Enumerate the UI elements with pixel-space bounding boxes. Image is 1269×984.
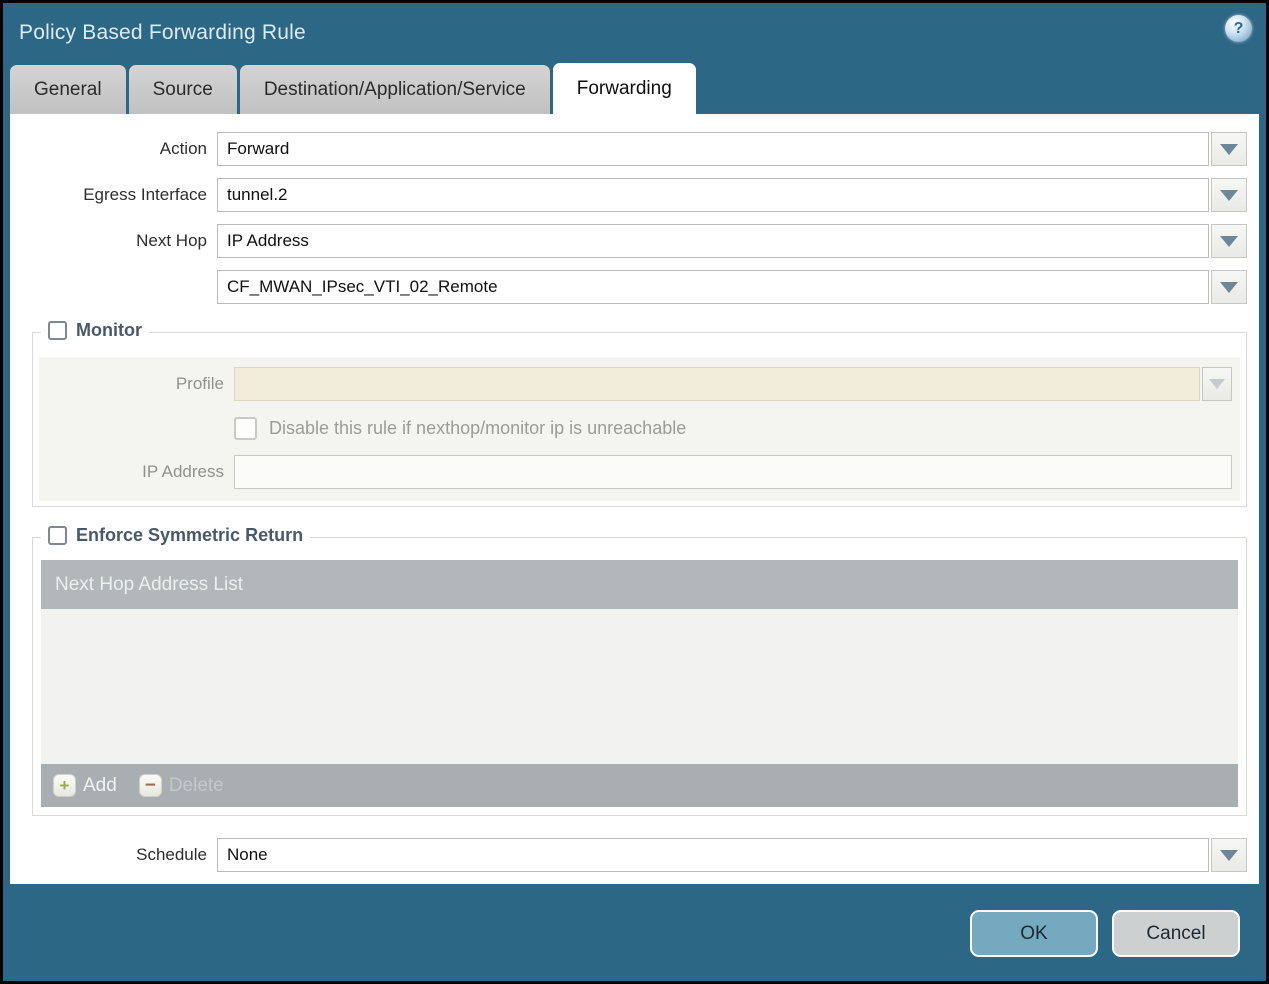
dropdown-arrow-icon: [1220, 235, 1238, 247]
tab-source[interactable]: Source: [128, 65, 237, 114]
monitor-ip-address-row: IP Address: [39, 455, 1232, 489]
next-hop-address-list-header: Next Hop Address List: [41, 560, 1238, 609]
action-dropdown-button[interactable]: [1211, 132, 1247, 166]
ok-button[interactable]: OK: [970, 910, 1098, 957]
next-hop-address-list-body[interactable]: [41, 609, 1238, 764]
schedule-dropdown-button[interactable]: [1211, 838, 1247, 872]
monitor-group: Monitor Profile Disable this rule if nex…: [32, 320, 1247, 507]
dialog-frame: Policy Based Forwarding Rule ? General S…: [3, 3, 1266, 981]
monitor-ip-address-field: [234, 455, 1232, 489]
help-icon: ?: [1233, 19, 1244, 37]
enforce-symmetric-return-checkbox[interactable]: [48, 526, 67, 545]
forwarding-tab-panel: Action Egress Interface Next Hop: [10, 114, 1259, 884]
profile-field: [234, 367, 1232, 401]
disable-rule-label: Disable this rule if nexthop/monitor ip …: [269, 417, 687, 438]
next-hop-type-input[interactable]: [217, 224, 1209, 258]
monitor-ip-address-input: [234, 455, 1232, 489]
next-hop-field: [217, 224, 1247, 258]
next-hop-label: Next Hop: [136, 231, 207, 250]
disable-rule-checkbox: [234, 416, 257, 440]
next-hop-address-row: [10, 270, 1247, 304]
monitor-ip-address-label: IP Address: [142, 462, 224, 481]
add-button-label: Add: [83, 774, 117, 796]
tab-bar: General Source Destination/Application/S…: [3, 63, 1266, 114]
profile-row: Profile: [39, 367, 1232, 401]
help-button[interactable]: ?: [1225, 15, 1252, 42]
next-hop-address-list-table: Next Hop Address List + Add − Delete: [41, 560, 1238, 807]
cancel-button[interactable]: Cancel: [1112, 910, 1240, 957]
next-hop-row: Next Hop: [10, 224, 1247, 258]
symmetric-return-legend: Enforce Symmetric Return: [41, 525, 311, 546]
next-hop-address-dropdown-button[interactable]: [1211, 270, 1247, 304]
profile-dropdown-button: [1202, 367, 1232, 401]
schedule-field: [217, 838, 1247, 872]
next-hop-address-list-toolbar: + Add − Delete: [41, 764, 1238, 807]
profile-label: Profile: [175, 374, 224, 393]
dropdown-arrow-icon: [1209, 379, 1225, 389]
monitor-body: Profile Disable this rule if nexthop/mon…: [39, 357, 1240, 501]
disable-rule-row: Disable this rule if nexthop/monitor ip …: [234, 415, 1232, 441]
delete-button: − Delete: [138, 774, 224, 797]
schedule-label: Schedule: [136, 845, 207, 864]
profile-input: [234, 367, 1200, 401]
monitor-checkbox[interactable]: [48, 321, 67, 340]
egress-interface-label: Egress Interface: [83, 185, 207, 204]
next-hop-address-input[interactable]: [217, 270, 1209, 304]
tab-general[interactable]: General: [10, 65, 126, 114]
action-row: Action: [10, 132, 1247, 166]
action-field: [217, 132, 1247, 166]
egress-interface-dropdown-button[interactable]: [1211, 178, 1247, 212]
tab-destination-application-service[interactable]: Destination/Application/Service: [239, 65, 550, 114]
schedule-input[interactable]: [217, 838, 1209, 872]
dropdown-arrow-icon: [1220, 281, 1238, 293]
dropdown-arrow-icon: [1220, 849, 1238, 861]
monitor-group-title: Monitor: [76, 320, 142, 340]
next-hop-dropdown-button[interactable]: [1211, 224, 1247, 258]
delete-icon: −: [138, 774, 162, 797]
schedule-row: Schedule: [10, 838, 1247, 872]
monitor-legend: Monitor: [41, 320, 149, 341]
dialog-title: Policy Based Forwarding Rule: [19, 21, 306, 44]
egress-interface-row: Egress Interface: [10, 178, 1247, 212]
tab-forwarding[interactable]: Forwarding: [552, 63, 696, 114]
egress-interface-input[interactable]: [217, 178, 1209, 212]
add-button[interactable]: + Add: [53, 774, 117, 797]
action-label: Action: [159, 139, 207, 158]
next-hop-address-field: [217, 270, 1247, 304]
symmetric-return-group: Enforce Symmetric Return Next Hop Addres…: [32, 525, 1247, 816]
action-input[interactable]: [217, 132, 1209, 166]
dropdown-arrow-icon: [1220, 189, 1238, 201]
dropdown-arrow-icon: [1220, 143, 1238, 155]
add-icon: +: [53, 774, 76, 797]
delete-button-label: Delete: [168, 774, 224, 796]
dialog-titlebar: Policy Based Forwarding Rule ?: [3, 3, 1266, 63]
symmetric-return-group-title: Enforce Symmetric Return: [76, 525, 304, 545]
egress-interface-field: [217, 178, 1247, 212]
dialog-footer: OK Cancel: [3, 884, 1266, 981]
